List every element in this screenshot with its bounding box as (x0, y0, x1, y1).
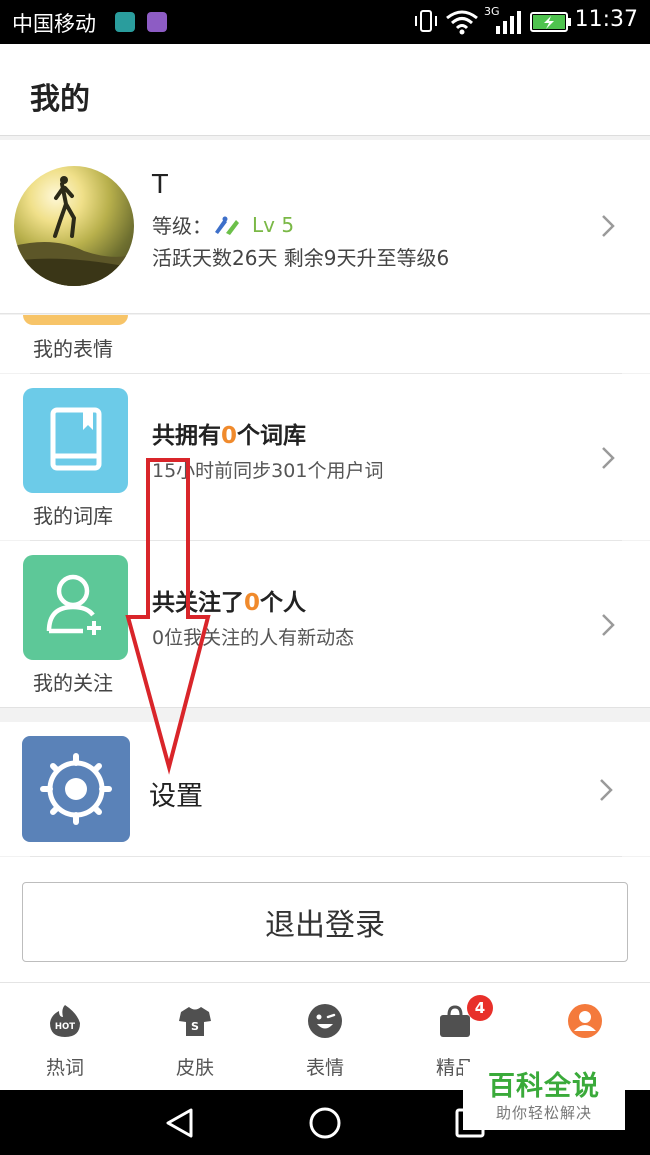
level-badge-icon (215, 216, 239, 235)
follow-title-prefix: 共关注了 (152, 590, 244, 616)
avatar[interactable] (14, 166, 134, 286)
hot-icon: HOT (50, 1005, 80, 1037)
section-gap (0, 707, 650, 722)
runner-photo (14, 176, 134, 286)
profile-card[interactable]: T 等级： Lv 5 活跃天数26天 剩余9天升至等级6 (0, 140, 650, 314)
signal-icon (496, 11, 521, 34)
chevron-right-icon (600, 779, 613, 801)
watermark-title: 百科全说 (488, 1071, 600, 1102)
user-icon (568, 1004, 602, 1038)
active-days-text: 活跃天数26天 剩余9天升至等级6 (152, 246, 450, 270)
settings-tile (22, 736, 130, 842)
page-title: 我的 (30, 82, 90, 117)
follow-tile (23, 555, 128, 660)
level-label: 等级： (152, 214, 212, 238)
my-lexicon-row[interactable]: 我的词库 共拥有0个词库 15小时前同步301个用户词 (0, 374, 650, 540)
my-follow-label: 我的关注 (33, 671, 113, 695)
lexicon-count: 0 (221, 423, 238, 449)
lexicon-title-suffix: 个词库 (237, 423, 307, 449)
chevron-right-icon (602, 215, 615, 237)
app-header: 我的 (0, 44, 650, 136)
tab-emoji[interactable]: 表情 (260, 983, 390, 1091)
add-user-icon (46, 574, 101, 635)
lexicon-count-text: 共拥有0个词库 (152, 416, 306, 450)
tab-skin[interactable]: S 皮肤 (130, 983, 260, 1091)
carrier-name: 中国移动 (12, 12, 96, 36)
back-icon[interactable] (163, 1106, 197, 1140)
user-name: T (152, 170, 168, 200)
watermark-subtitle: 助你轻松解决 (495, 1104, 592, 1122)
watermark: 百科全说 助你轻松解决 (463, 1062, 625, 1130)
tab-skin-label: 皮肤 (175, 1057, 214, 1079)
my-lexicon-label: 我的词库 (33, 504, 113, 528)
emoji-tile (23, 315, 128, 325)
book-icon (50, 407, 102, 471)
logout-button[interactable]: 退出登录 (22, 882, 628, 962)
tab-emoji-label: 表情 (305, 1057, 344, 1079)
follow-title-suffix: 个人 (260, 590, 307, 616)
wifi-icon (446, 10, 478, 35)
hot-icon-text: HOT (55, 1022, 75, 1032)
my-follow-row[interactable]: 我的关注 共关注了0个人 0位我关注的人有新动态 (0, 541, 650, 707)
lexicon-title-prefix: 共拥有 (152, 423, 221, 449)
notification-gallery-icon (147, 12, 167, 32)
my-emoji-row[interactable]: 我的表情 (0, 315, 650, 373)
user-level: 等级： Lv 5 (152, 210, 294, 239)
lexicon-tile (23, 388, 128, 493)
vibrate-icon (415, 10, 437, 32)
my-emoji-label: 我的表情 (33, 337, 113, 361)
gear-icon (40, 753, 112, 825)
battery-charging-icon (530, 12, 571, 32)
level-value: Lv 5 (252, 212, 295, 237)
lexicon-sync-text: 15小时前同步301个用户词 (152, 460, 384, 482)
tab-hot[interactable]: HOT 热词 (0, 983, 130, 1091)
emoji-icon (308, 1004, 342, 1038)
follow-count-text: 共关注了0个人 (152, 583, 306, 617)
notification-badge: 4 (467, 995, 493, 1021)
status-bar: 中国移动 3G 11:37 (0, 0, 650, 44)
tshirt-icon: S (179, 1007, 211, 1036)
settings-row[interactable]: 设置 (0, 722, 650, 856)
chevron-right-icon (602, 614, 615, 636)
home-icon[interactable] (308, 1106, 342, 1140)
tab-hot-label: 热词 (45, 1057, 84, 1079)
logout-area: 退出登录 (0, 857, 650, 982)
notification-app-icon (115, 12, 135, 32)
tshirt-icon-text: S (191, 1020, 199, 1033)
follow-count: 0 (244, 590, 261, 616)
chevron-right-icon (602, 447, 615, 469)
clock: 11:37 (574, 7, 638, 32)
settings-label: 设置 (149, 781, 203, 812)
follow-updates-text: 0位我关注的人有新动态 (152, 627, 355, 649)
